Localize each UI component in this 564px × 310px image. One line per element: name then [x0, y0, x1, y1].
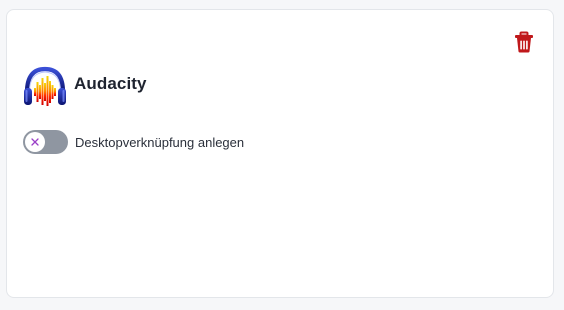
- audacity-logo: [23, 66, 67, 108]
- app-name: Audacity: [74, 74, 147, 93]
- app-card: Audacity Desktopverknüpfung anlegen: [6, 9, 554, 298]
- desktop-shortcut-label: Desktopverknüpfung anlegen: [75, 135, 245, 150]
- desktop-shortcut-toggle[interactable]: [23, 130, 68, 154]
- trash-icon: [515, 31, 533, 53]
- x-icon: [31, 138, 39, 146]
- delete-button[interactable]: [514, 31, 534, 53]
- toggle-knob: [25, 132, 45, 152]
